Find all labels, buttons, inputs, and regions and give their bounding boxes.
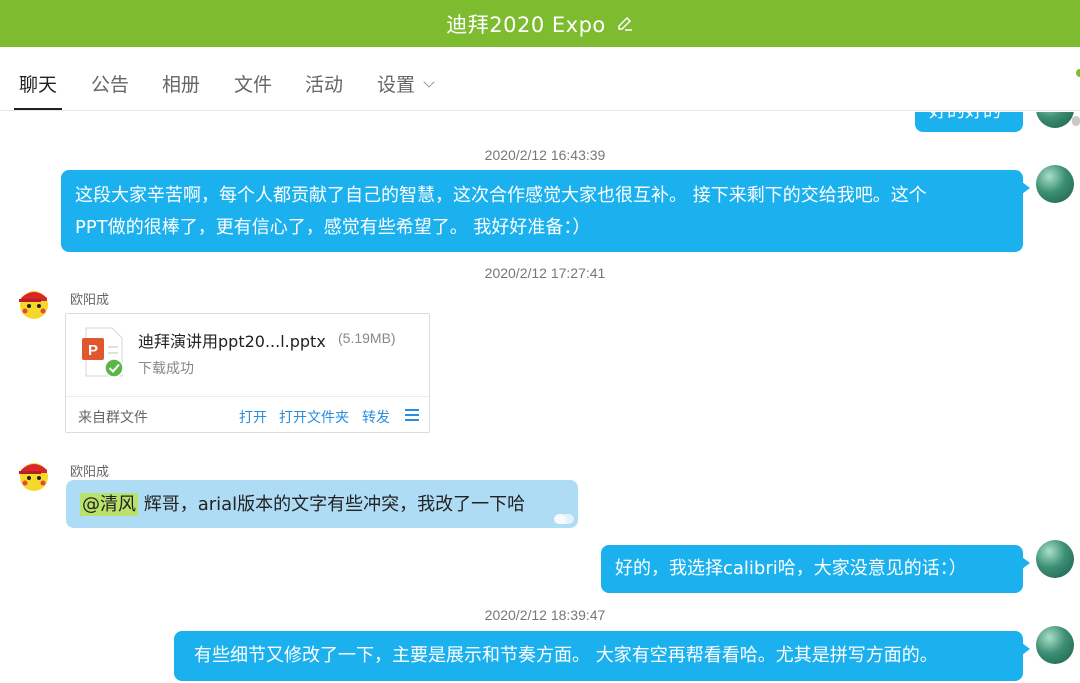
message-text: 这段大家辛苦啊，每个人都贡献了自己的智慧，这次合作感觉大家也很互补。 接下来剩下… — [75, 185, 927, 206]
status-dot — [1076, 69, 1080, 77]
message-text: 有些细节又修改了一下，主要是展示和节奏方面。 大家有空再帮看看哈。尤其是拼写方面… — [194, 645, 938, 666]
file-card-footer: 来自群文件 打开 打开文件夹 转发 — [66, 396, 429, 434]
message-bubble-self[interactable]: 好的，我选择calibri哈，大家没意见的话：） — [601, 545, 1030, 593]
tab-chat[interactable]: 聊天 — [13, 47, 63, 110]
avatar[interactable] — [15, 456, 53, 494]
group-title[interactable]: 迪拜2020 Expo — [446, 9, 606, 39]
timestamp: 2020/2/12 18:39:47 — [484, 607, 606, 623]
pptx-file-icon: P — [82, 327, 124, 378]
sender-name: 欧阳成 — [70, 465, 110, 480]
avatar[interactable] — [1036, 112, 1074, 128]
download-status: 下载成功 — [138, 361, 194, 377]
pencil-icon[interactable] — [616, 15, 634, 33]
title-bar: 迪拜2020 Expo — [0, 0, 1080, 47]
forward-link[interactable]: 转发 — [362, 407, 390, 427]
timestamp: 2020/2/12 17:27:41 — [484, 265, 606, 281]
file-card[interactable]: P 迪拜演讲用ppt20...l.pptx (5.19MB) 下载成功 来自群文… — [65, 313, 430, 433]
message-bubble-self[interactable]: 好的好的 — [915, 112, 1023, 132]
message-text: 好的，我选择calibri哈，大家没意见的话：） — [615, 558, 967, 579]
open-file-link[interactable]: 打开 — [239, 407, 267, 427]
chevron-down-icon — [423, 76, 435, 88]
tab-announcement[interactable]: 公告 — [91, 47, 129, 110]
message-text: PPT做的很棒了，更有信心了，感觉有些希望了。 我好好准备：） — [75, 217, 591, 238]
chat-area[interactable]: 好的好的 2020/2/12 16:43:39 这段大家辛苦啊，每个人都贡献了自… — [0, 112, 1080, 683]
open-folder-link[interactable]: 打开文件夹 — [279, 407, 349, 427]
message-bubble-other[interactable]: @清风 辉哥，arial版本的文字有些冲突，我改了一下哈 — [66, 480, 578, 528]
file-size: (5.19MB) — [338, 330, 396, 346]
message-bubble-self[interactable]: 这段大家辛苦啊，每个人都贡献了自己的智慧，这次合作感觉大家也很互补。 接下来剩下… — [61, 170, 1030, 252]
tab-files[interactable]: 文件 — [234, 47, 272, 110]
avatar[interactable] — [1036, 165, 1074, 203]
timestamp: 2020/2/12 16:43:39 — [484, 147, 606, 163]
tab-bar: 聊天 公告 相册 文件 活动 设置 — [0, 47, 1080, 111]
sender-name: 欧阳成 — [70, 293, 110, 308]
message-text: 辉哥，arial版本的文字有些冲突，我改了一下哈 — [138, 494, 526, 515]
mention[interactable]: @清风 — [80, 493, 138, 516]
tab-settings[interactable]: 设置 — [377, 47, 435, 110]
scrollbar[interactable] — [1072, 116, 1080, 126]
avatar[interactable] — [15, 284, 53, 322]
avatar[interactable] — [1036, 626, 1074, 664]
menu-icon[interactable] — [405, 409, 419, 421]
svg-text:P: P — [88, 342, 98, 359]
message-bubble-self[interactable]: 有些细节又修改了一下，主要是展示和节奏方面。 大家有空再帮看看哈。尤其是拼写方面… — [174, 631, 1030, 681]
message-text: 好的好的 — [929, 112, 1001, 122]
file-source: 来自群文件 — [78, 410, 148, 426]
tab-activity[interactable]: 活动 — [305, 47, 343, 110]
avatar[interactable] — [1036, 540, 1074, 578]
tab-album[interactable]: 相册 — [162, 47, 200, 110]
file-name[interactable]: 迪拜演讲用ppt20...l.pptx — [138, 328, 326, 352]
